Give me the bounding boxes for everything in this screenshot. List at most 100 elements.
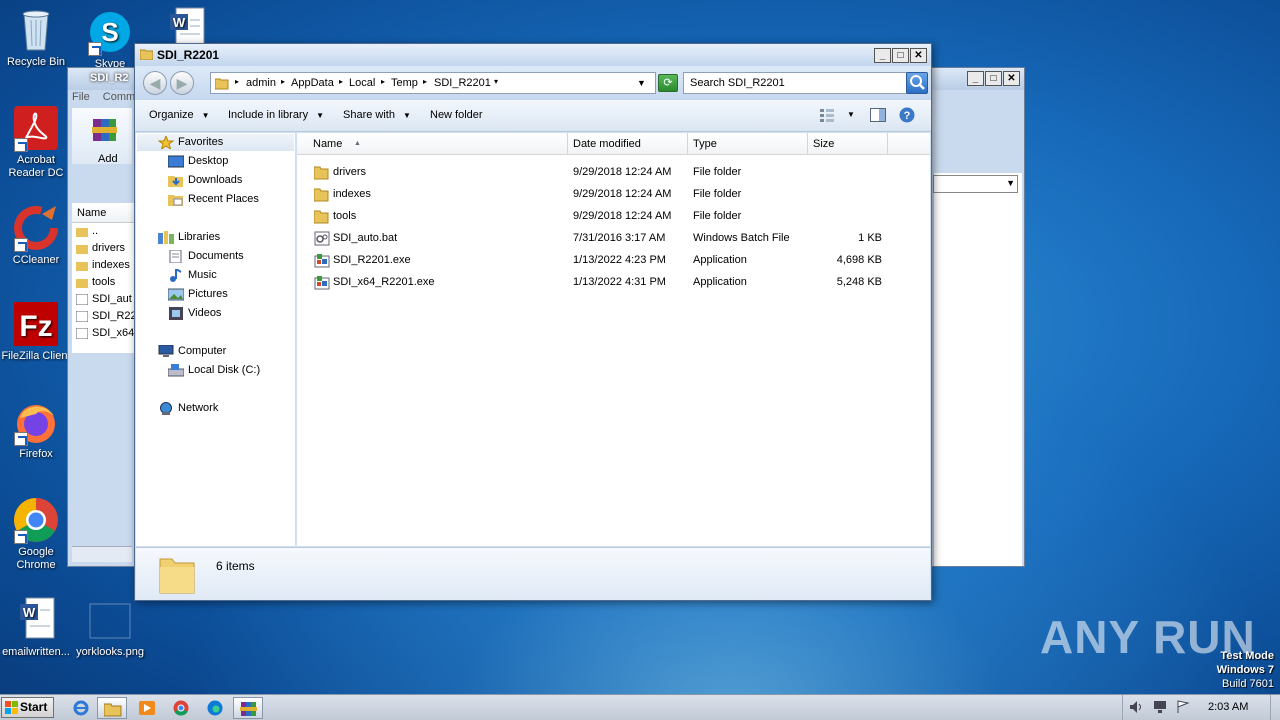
table-row[interactable]: SDI_R2201.exe 1/13/2022 4:23 PM Applicat… [297,250,930,272]
list-item[interactable]: drivers [72,240,134,257]
column-header-name[interactable]: Name ▲ [308,133,568,155]
column-header-type[interactable]: Type [688,133,808,155]
nav-videos[interactable]: Videos [169,305,221,322]
nav-network[interactable]: Network [160,400,218,417]
back-button[interactable]: ◀ [143,71,167,95]
breadcrumb-separator[interactable]: ▸ [423,77,427,86]
menu-file[interactable]: File [72,91,90,103]
nav-music[interactable]: Music [170,267,217,284]
breadcrumb-separator[interactable]: ▸ [281,77,285,86]
table-row[interactable]: drivers 9/29/2018 12:24 AM File folder [297,162,930,184]
desktop-icon-firefox[interactable]: Firefox [0,398,74,461]
add-archive-icon[interactable] [90,116,118,144]
network-status-icon[interactable] [1153,700,1167,714]
volume-icon[interactable] [1129,700,1143,714]
desktop-icon-emailwritten[interactable]: W emailwritten... [0,596,74,659]
desktop-icon-ccleaner[interactable]: CCleaner [0,204,74,267]
file-name: SDI_auto.bat [333,232,398,244]
nav-desktop[interactable]: Desktop [167,153,228,170]
refresh-button[interactable]: ⟳ [658,74,678,92]
svg-text:?: ? [904,110,911,122]
minimize-button[interactable]: _ [874,48,891,63]
list-item[interactable]: SDI_aut [72,291,134,308]
table-row[interactable]: tools 9/29/2018 12:24 AM File folder [297,206,930,228]
file-date: 9/29/2018 12:24 AM [573,188,672,200]
column-header-date-modified[interactable]: Date modified [568,133,688,155]
share-with-button[interactable]: Share with ▼ [343,109,411,121]
desktop-icon-chrome[interactable]: Google Chrome [0,496,74,572]
breadcrumb-admin[interactable]: admin [246,77,276,89]
organize-button[interactable]: Organize ▼ [149,109,210,121]
maximize-button[interactable]: □ [892,48,909,63]
maximize-button[interactable]: □ [985,71,1002,86]
nav-libraries[interactable]: Libraries [158,229,220,246]
music-icon [168,268,184,282]
desktop-icon-recycle-bin[interactable]: Recycle Bin [0,6,74,69]
taskbar-internet-explorer[interactable] [66,697,96,719]
table-row[interactable]: indexes 9/29/2018 12:24 AM File folder [297,184,930,206]
taskbar-edge[interactable] [200,697,230,719]
desktop-icon-acrobat[interactable]: Acrobat Reader DC [0,104,74,180]
network-icon [158,402,174,415]
folder-icon [140,49,153,60]
breadcrumb-separator[interactable]: ▾ [494,77,498,86]
breadcrumb-sdi-r2201[interactable]: SDI_R2201 [434,77,491,89]
column-header-size[interactable]: Size [808,133,888,155]
list-item[interactable]: tools [72,274,134,291]
search-input[interactable]: Search SDI_R2201 [683,72,907,94]
breadcrumb-local[interactable]: Local [349,77,375,89]
show-desktop-button[interactable] [1270,695,1280,720]
file-list-pane[interactable]: Name ▲ Date modified Type Size drivers 9… [297,133,930,546]
preview-pane-icon[interactable] [870,108,886,122]
breadcrumb-appdata[interactable]: AppData [291,77,334,89]
taskbar-clock[interactable]: 2:03 AM [1208,701,1248,713]
menu-commands[interactable]: Comm [103,91,135,103]
nav-computer[interactable]: Computer [158,343,226,360]
file-size: 5,248 KB [836,276,882,288]
nav-recent-places[interactable]: Recent Places [168,191,259,208]
nav-pictures[interactable]: Pictures [167,286,228,303]
taskbar-chrome[interactable] [166,697,196,719]
nav-documents[interactable]: Documents [169,248,244,265]
background-window-title: SDI_R2 [90,72,129,84]
desktop-icon [167,155,185,168]
shortcut-arrow-icon [14,138,28,152]
list-item[interactable]: .. [72,223,134,240]
chevron-down-icon[interactable]: ▼ [847,110,855,119]
breadcrumb-temp[interactable]: Temp [391,77,418,89]
action-center-flag-icon[interactable] [1176,700,1190,714]
background-dropdown[interactable]: ▼ [933,175,1018,193]
nav-downloads[interactable]: Downloads [168,172,242,189]
address-bar[interactable]: ▸ admin ▸ AppData ▸ Local ▸ Temp ▸ SDI_R… [210,72,656,94]
window-titlebar[interactable]: SDI_R2201 _ □ ✕ [135,44,931,66]
taskbar-file-explorer[interactable] [97,697,127,719]
search-icon[interactable] [906,72,928,94]
help-icon[interactable]: ? [899,107,915,123]
list-item[interactable]: SDI_R22 [72,308,134,325]
forward-button[interactable]: ▶ [170,71,194,95]
list-item[interactable]: indexes [72,257,134,274]
list-item[interactable]: SDI_x64 [72,325,134,342]
minimize-button[interactable]: _ [967,71,984,86]
desktop-icon-filezilla[interactable]: Fz FileZilla Client [0,300,74,363]
nav-local-disk[interactable]: Local Disk (C:) [167,362,260,379]
breadcrumb-separator[interactable]: ▸ [235,77,239,86]
nav-favorites[interactable]: Favorites [157,134,223,151]
taskbar-media-player[interactable] [132,697,162,719]
table-row[interactable]: SDI_auto.bat 7/31/2016 3:17 AM Windows B… [297,228,930,250]
chevron-down-icon[interactable]: ▼ [637,78,646,88]
taskbar-winrar[interactable] [233,697,263,719]
close-button[interactable]: ✕ [1003,71,1020,86]
start-button[interactable]: Start [1,697,54,718]
change-view-icon[interactable] [819,108,835,122]
desktop-icon-yorklooks[interactable]: yorklooks.png [72,596,148,659]
breadcrumb-separator[interactable]: ▸ [339,77,343,86]
new-folder-button[interactable]: New folder [430,109,483,121]
background-column-header[interactable]: Name [72,203,134,223]
include-in-library-button[interactable]: Include in library ▼ [228,109,324,121]
close-button[interactable]: ✕ [910,48,927,63]
breadcrumb-separator[interactable]: ▸ [381,77,385,86]
explorer-window[interactable]: SDI_R2201 _ □ ✕ ◀ ▶ ▸ admin ▸ AppData ▸ … [134,43,932,601]
table-row[interactable]: SDI_x64_R2201.exe 1/13/2022 4:31 PM Appl… [297,272,930,294]
file-name: indexes [333,188,371,200]
